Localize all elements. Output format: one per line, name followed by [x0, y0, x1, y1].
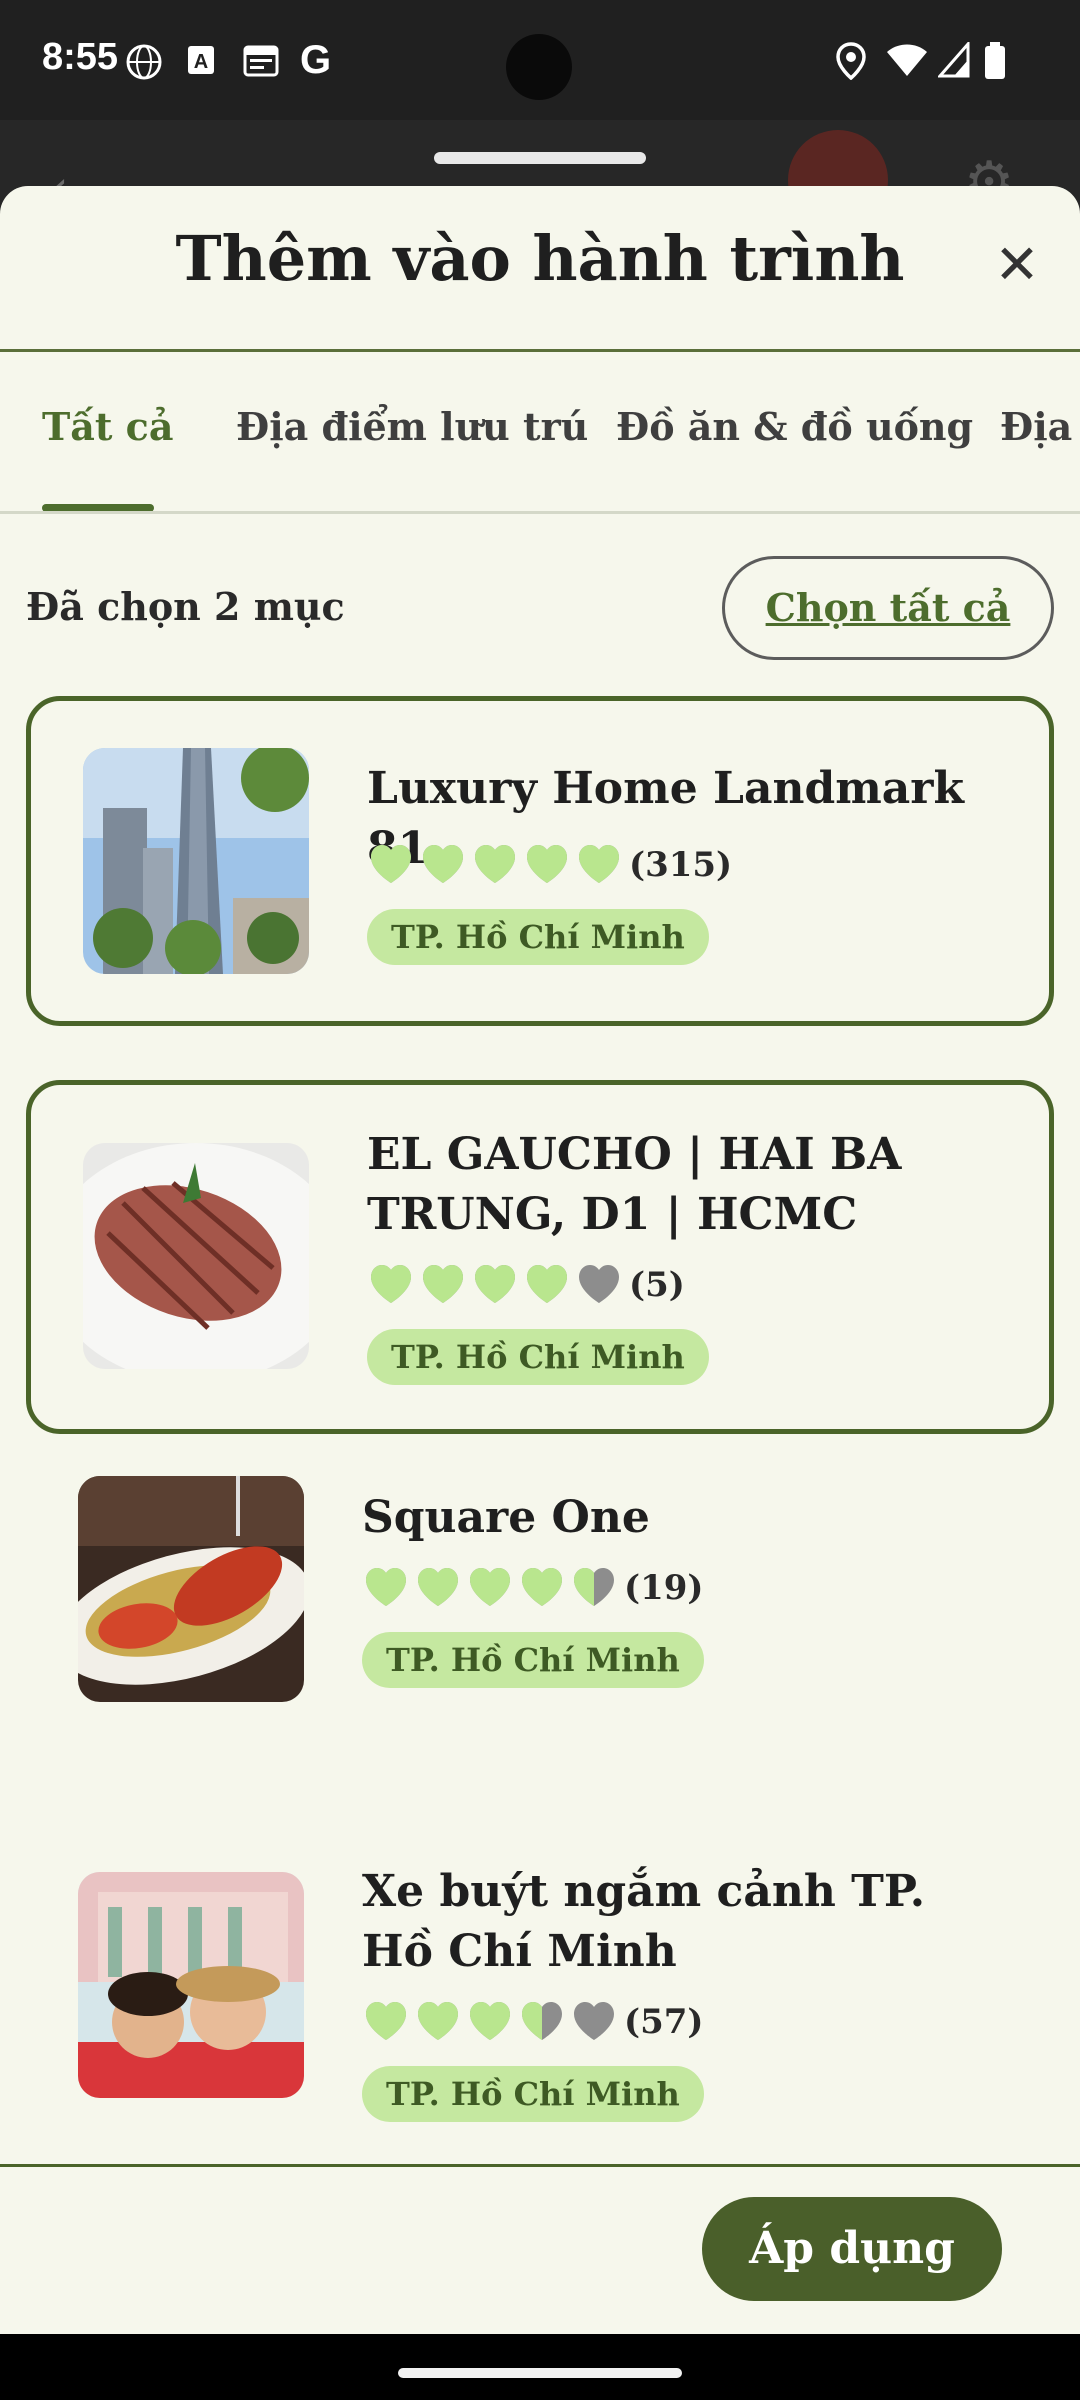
tab-accommodation[interactable]: Địa điểm lưu trú [236, 404, 588, 449]
tab-attractions[interactable]: Địa điểm tham quan [1000, 404, 1080, 449]
signal-icon [936, 40, 970, 85]
globe-icon [124, 42, 164, 89]
status-time: 8:55 [42, 36, 119, 78]
review-count: (315) [629, 845, 733, 885]
sheet-title: Thêm vào hành trình [175, 222, 905, 295]
item-thumbnail [78, 1872, 304, 2098]
heart-filled-icon [371, 1265, 411, 1303]
select-all-button[interactable]: Chọn tất cả [722, 556, 1054, 660]
heart-empty-icon [579, 1265, 619, 1303]
heart-filled-icon [418, 1568, 458, 1606]
sheet-footer: Áp dụng [0, 2164, 1080, 2334]
category-tabs: Tất cả Địa điểm lưu trú Đồ ăn & đồ uống … [0, 354, 1080, 514]
city-badge: TP. Hồ Chí Minh [362, 2066, 704, 2122]
svg-text:A: A [194, 51, 208, 73]
google-icon: G [300, 38, 332, 82]
heart-filled-icon [475, 1265, 515, 1303]
heart-filled-icon [423, 845, 463, 883]
heart-filled-icon [527, 1265, 567, 1303]
heart-filled-icon [527, 845, 567, 883]
a-box-icon: A [186, 42, 218, 85]
item-thumbnail [83, 748, 309, 974]
home-gesture-pill[interactable] [398, 2368, 682, 2378]
item-thumbnail [83, 1143, 309, 1369]
list-item[interactable]: EL GAUCHO | HAI BA TRUNG, D1 | HCMC (5) … [26, 1080, 1054, 1434]
review-count: (57) [624, 2002, 704, 2042]
heart-filled-icon [366, 1568, 406, 1606]
heart-filled-icon [470, 1568, 510, 1606]
system-nav-bar [0, 2334, 1080, 2400]
sheet-drag-handle[interactable] [434, 152, 646, 164]
heart-filled-icon [470, 2002, 510, 2040]
list-item[interactable]: Xe buýt ngắm cảnh TP. Hồ Chí Minh (57) T… [26, 1846, 1054, 2166]
status-bar: 8:55 A G [0, 0, 1080, 120]
rating: (5) [367, 1261, 685, 1309]
sheet-header: Thêm vào hành trình ✕ [0, 186, 1080, 352]
location-icon [836, 42, 866, 87]
apply-button[interactable]: Áp dụng [702, 2197, 1002, 2301]
calendar-icon [242, 42, 280, 85]
list-item[interactable]: Luxury Home Landmark 81 (315) TP. Hồ Chí… [26, 696, 1054, 1026]
heart-filled-icon [418, 2002, 458, 2040]
heart-filled-icon [475, 845, 515, 883]
heart-filled-icon [371, 845, 411, 883]
heart-filled-icon [366, 2002, 406, 2040]
item-list: Luxury Home Landmark 81 (315) TP. Hồ Chí… [0, 696, 1080, 2166]
wifi-icon [886, 42, 928, 85]
item-name: Xe buýt ngắm cảnh TP. Hồ Chí Minh [362, 1866, 926, 1977]
heart-filled-icon [423, 1265, 463, 1303]
heart-half-icon [574, 1568, 614, 1606]
front-camera [506, 34, 572, 100]
close-icon[interactable]: ✕ [986, 234, 1048, 296]
battery-icon [984, 42, 1006, 87]
city-badge: TP. Hồ Chí Minh [367, 1329, 709, 1385]
tab-food-drink[interactable]: Đồ ăn & đồ uống [616, 404, 973, 449]
heart-filled-icon [522, 1568, 562, 1606]
city-badge: TP. Hồ Chí Minh [367, 909, 709, 965]
heart-empty-icon [574, 2002, 614, 2040]
item-thumbnail [78, 1476, 304, 1702]
heart-half-icon [522, 2002, 562, 2040]
active-tab-indicator [42, 504, 154, 511]
selected-count: Đã chọn 2 mục [26, 584, 345, 629]
heart-filled-icon [579, 845, 619, 883]
tab-all[interactable]: Tất cả [42, 404, 173, 449]
list-item[interactable]: Square One (19) TP. Hồ Chí Minh [26, 1476, 1054, 1806]
rating: (57) [362, 1998, 704, 2046]
rating: (19) [362, 1564, 704, 1612]
item-name: Square One [362, 1492, 650, 1543]
review-count: (5) [629, 1265, 685, 1305]
add-to-itinerary-sheet: Thêm vào hành trình ✕ Tất cả Địa điểm lư… [0, 186, 1080, 2334]
rating: (315) [367, 841, 732, 889]
city-badge: TP. Hồ Chí Minh [362, 1632, 704, 1688]
item-name: EL GAUCHO | HAI BA TRUNG, D1 | HCMC [367, 1129, 902, 1240]
review-count: (19) [624, 1568, 704, 1608]
